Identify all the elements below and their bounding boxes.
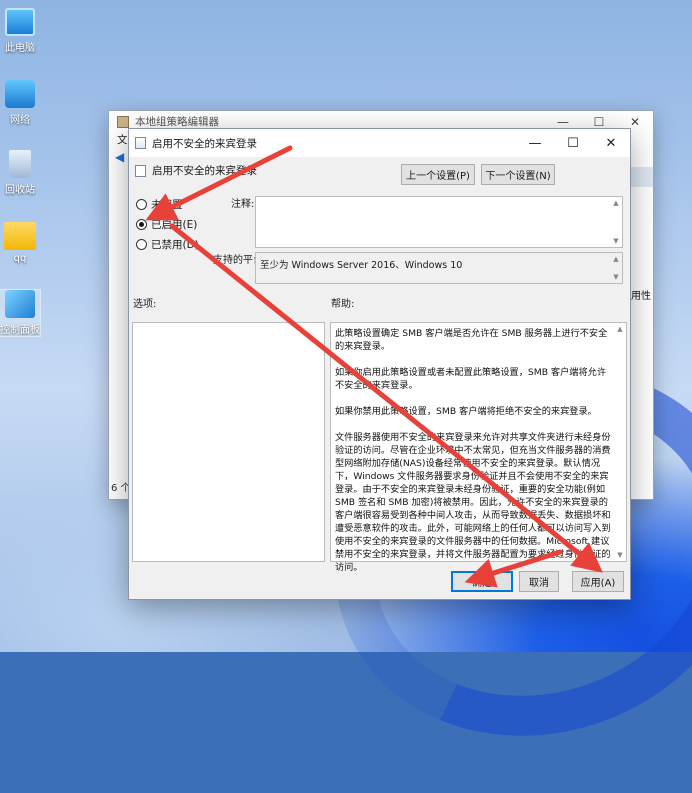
maximize-icon[interactable]: ☐: [554, 129, 592, 157]
radio-label: 已禁用(D): [151, 239, 199, 251]
help-paragraph: 如果你禁用此策略设置，SMB 客户端将拒绝不安全的来宾登录。: [335, 406, 597, 417]
supported-scrollbar[interactable]: ▲ ▼: [610, 253, 622, 283]
scroll-down-icon[interactable]: ▼: [612, 237, 620, 245]
help-paragraph: 文件服务器使用不安全的来宾登录来允许对共享文件夹进行未经身份验证的访问。尽管在企…: [335, 432, 611, 573]
radio-disabled[interactable]: 已禁用(D): [136, 237, 199, 252]
help-paragraph: 此策略设置确定 SMB 客户端是否允许在 SMB 服务器上进行不安全的来宾登录。: [335, 328, 608, 352]
desktop-icon-this-pc[interactable]: 此电脑: [0, 8, 40, 54]
network-icon: [5, 80, 35, 108]
help-text: 此策略设置确定 SMB 客户端是否允许在 SMB 服务器上进行不安全的来宾登录。…: [335, 327, 612, 587]
apply-button[interactable]: 应用(A): [572, 571, 624, 592]
menu-file[interactable]: 文: [117, 134, 128, 146]
control-panel-icon: [5, 290, 35, 318]
desktop-icon-recycle-bin[interactable]: 回收站: [0, 150, 40, 196]
scroll-up-icon[interactable]: ▲: [612, 199, 620, 207]
scroll-up-icon[interactable]: ▲: [616, 325, 624, 333]
radio-not-configured[interactable]: 未配置: [136, 197, 183, 212]
recycle-bin-icon: [9, 150, 31, 178]
dialog-subtitle-row: 启用不安全的来宾登录: [135, 163, 257, 178]
radio-label: 已启用(E): [151, 219, 198, 231]
radio-label: 未配置: [151, 199, 183, 211]
supported-platform-box: 至少为 Windows Server 2016、Windows 10 ▲ ▼: [255, 252, 623, 284]
close-icon[interactable]: ✕: [592, 129, 630, 157]
ok-button[interactable]: 确定: [451, 571, 513, 592]
options-label: 选项:: [133, 299, 157, 310]
policy-document-icon: [135, 164, 146, 177]
help-scrollbar[interactable]: ▲ ▼: [614, 323, 626, 561]
comment-label: 注释:: [231, 199, 255, 210]
supported-platform-value: 至少为 Windows Server 2016、Windows 10: [260, 260, 463, 271]
minimize-icon[interactable]: —: [516, 129, 554, 157]
scroll-down-icon[interactable]: ▼: [616, 551, 624, 559]
dialog-window-controls: — ☐ ✕: [516, 129, 630, 157]
back-arrow-icon[interactable]: ◀: [115, 150, 124, 164]
policy-editor-icon: [117, 115, 129, 128]
cancel-button[interactable]: 取消: [519, 571, 559, 592]
comment-scrollbar[interactable]: ▲ ▼: [610, 197, 622, 247]
computer-icon: [5, 8, 35, 36]
desktop-icon-control-panel[interactable]: 控制面板: [0, 289, 41, 337]
policy-setting-dialog: 启用不安全的来宾登录 — ☐ ✕ 启用不安全的来宾登录 上一个设置(P) 下一个…: [128, 128, 631, 600]
desktop-icon-label: 此电脑: [5, 43, 35, 54]
prev-setting-button[interactable]: 上一个设置(P): [401, 164, 475, 185]
desktop-icon-label: qq: [13, 253, 27, 264]
radio-indicator: [136, 199, 147, 210]
back-window-title: 本地组策略编辑器: [135, 116, 219, 128]
back-window-selected-row: [629, 167, 653, 187]
radio-indicator: [136, 239, 147, 250]
options-panel: [132, 322, 325, 562]
desktop-icon-qq-folder[interactable]: qq: [0, 222, 40, 264]
desktop-icon-label: 回收站: [5, 185, 35, 196]
desktop-icon-label: 网络: [10, 115, 30, 126]
help-panel: 此策略设置确定 SMB 客户端是否允许在 SMB 服务器上进行不安全的来宾登录。…: [330, 322, 627, 573]
help-label: 帮助:: [331, 299, 355, 310]
next-setting-button[interactable]: 下一个设置(N): [481, 164, 555, 185]
scroll-down-icon[interactable]: ▼: [612, 273, 620, 281]
scroll-up-icon[interactable]: ▲: [612, 255, 620, 263]
policy-document-icon: [135, 137, 146, 149]
radio-indicator: [136, 219, 147, 230]
desktop-icon-label: 控制面板: [0, 325, 40, 336]
comment-textarea[interactable]: ▲ ▼: [255, 196, 623, 248]
folder-icon: [4, 222, 36, 250]
radio-enabled[interactable]: 已启用(E): [136, 217, 197, 232]
help-paragraph: 如果你启用此策略设置或者未配置此策略设置，SMB 客户端将允许不安全的来宾登录。: [335, 367, 607, 391]
desktop-icon-network[interactable]: 网络: [0, 80, 40, 126]
dialog-subtitle: 启用不安全的来宾登录: [152, 165, 257, 177]
back-window-column-text: 用性: [631, 291, 651, 302]
dialog-title: 启用不安全的来宾登录: [152, 137, 257, 150]
